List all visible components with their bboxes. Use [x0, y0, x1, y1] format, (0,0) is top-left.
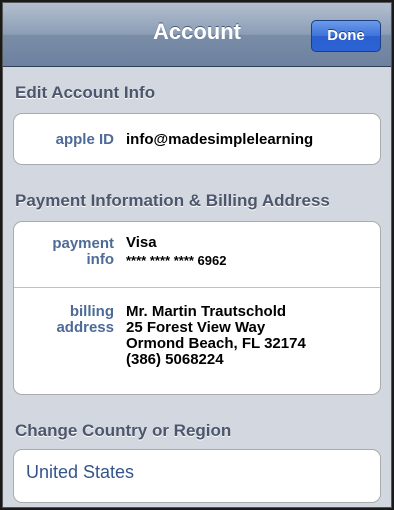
- country-value: United States: [26, 462, 135, 482]
- payment-label-line: info: [86, 251, 115, 268]
- apple-id-row[interactable]: apple ID info@madesimplelearning: [14, 114, 380, 164]
- account-screen: Account Done Edit Account Info apple ID …: [2, 2, 392, 508]
- payment-header: Payment Information & Billing Address: [15, 191, 330, 210]
- apple-id-group: apple ID info@madesimplelearning: [13, 113, 381, 165]
- card-type: Visa: [126, 234, 157, 251]
- billing-address-label: billing address: [22, 304, 114, 336]
- address-line: Ormond Beach, FL 32174: [126, 335, 306, 352]
- navigation-bar: Account Done: [3, 3, 391, 67]
- payment-info-label: payment info: [22, 236, 114, 268]
- payment-label-line: payment: [52, 235, 114, 252]
- billing-label-line: address: [56, 319, 114, 336]
- country-row[interactable]: United States: [14, 450, 380, 502]
- apple-id-label: apple ID: [55, 131, 114, 148]
- payment-group: payment info Visa **** **** **** 6962 bi…: [13, 221, 381, 395]
- payment-info-value: Visa **** **** **** 6962: [126, 235, 374, 269]
- country-group: United States: [13, 449, 381, 503]
- payment-info-row[interactable]: payment info Visa **** **** **** 6962: [14, 222, 380, 288]
- card-number: **** **** **** 6962: [126, 253, 227, 268]
- done-button[interactable]: Done: [311, 20, 381, 52]
- country-header: Change Country or Region: [15, 421, 232, 440]
- address-line: 25 Forest View Way: [126, 319, 266, 336]
- address-line: (386) 5068224: [126, 351, 224, 368]
- edit-account-header: Edit Account Info: [15, 83, 156, 102]
- apple-id-value: info@madesimplelearning: [126, 131, 314, 148]
- address-line: Mr. Martin Trautschold: [126, 303, 287, 320]
- billing-address-value: Mr. Martin Trautschold 25 Forest View Wa…: [126, 304, 374, 368]
- billing-address-row[interactable]: billing address Mr. Martin Trautschold 2…: [14, 288, 380, 394]
- billing-label-line: billing: [69, 303, 114, 320]
